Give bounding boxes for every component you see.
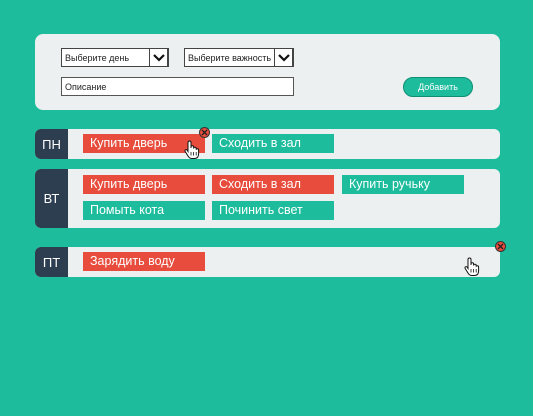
hand-cursor-icon — [463, 257, 481, 282]
day-label: ПТ — [35, 247, 68, 277]
task-item[interactable]: Сходить в зал — [212, 175, 334, 194]
day-select-value: Выберите день — [65, 53, 130, 63]
task-item[interactable]: Купить ручьку — [342, 175, 464, 194]
day-label: ВТ — [35, 169, 68, 228]
task-item[interactable]: Помыть кота — [83, 201, 205, 220]
add-button[interactable]: Добавить — [403, 77, 473, 97]
task-form-panel: Выберите день Выберите важность Добавить — [35, 34, 500, 110]
delete-icon[interactable] — [495, 241, 506, 252]
importance-select[interactable]: Выберите важность — [184, 48, 294, 67]
task-item[interactable]: Купить дверь — [83, 175, 205, 194]
importance-select-value: Выберите важность — [188, 53, 272, 63]
chevron-down-icon[interactable] — [149, 48, 168, 67]
day-row-mon: ПН Купить дверь Сходить в зал — [35, 127, 500, 159]
hand-cursor-icon — [183, 140, 201, 165]
task-item[interactable]: Сходить в зал — [212, 134, 334, 153]
chevron-down-icon[interactable] — [274, 48, 293, 67]
delete-icon[interactable] — [199, 127, 210, 138]
description-input[interactable] — [61, 77, 294, 96]
day-row-tue: ВТ Купить дверь Сходить в зал Купить руч… — [35, 169, 500, 228]
day-label: ПН — [35, 129, 68, 159]
day-row-fri: ПТ Зарядить воду — [35, 241, 506, 277]
task-item[interactable]: Зарядить воду — [83, 252, 205, 271]
task-item[interactable]: Починить свет — [212, 201, 334, 220]
day-select[interactable]: Выберите день — [61, 48, 169, 67]
